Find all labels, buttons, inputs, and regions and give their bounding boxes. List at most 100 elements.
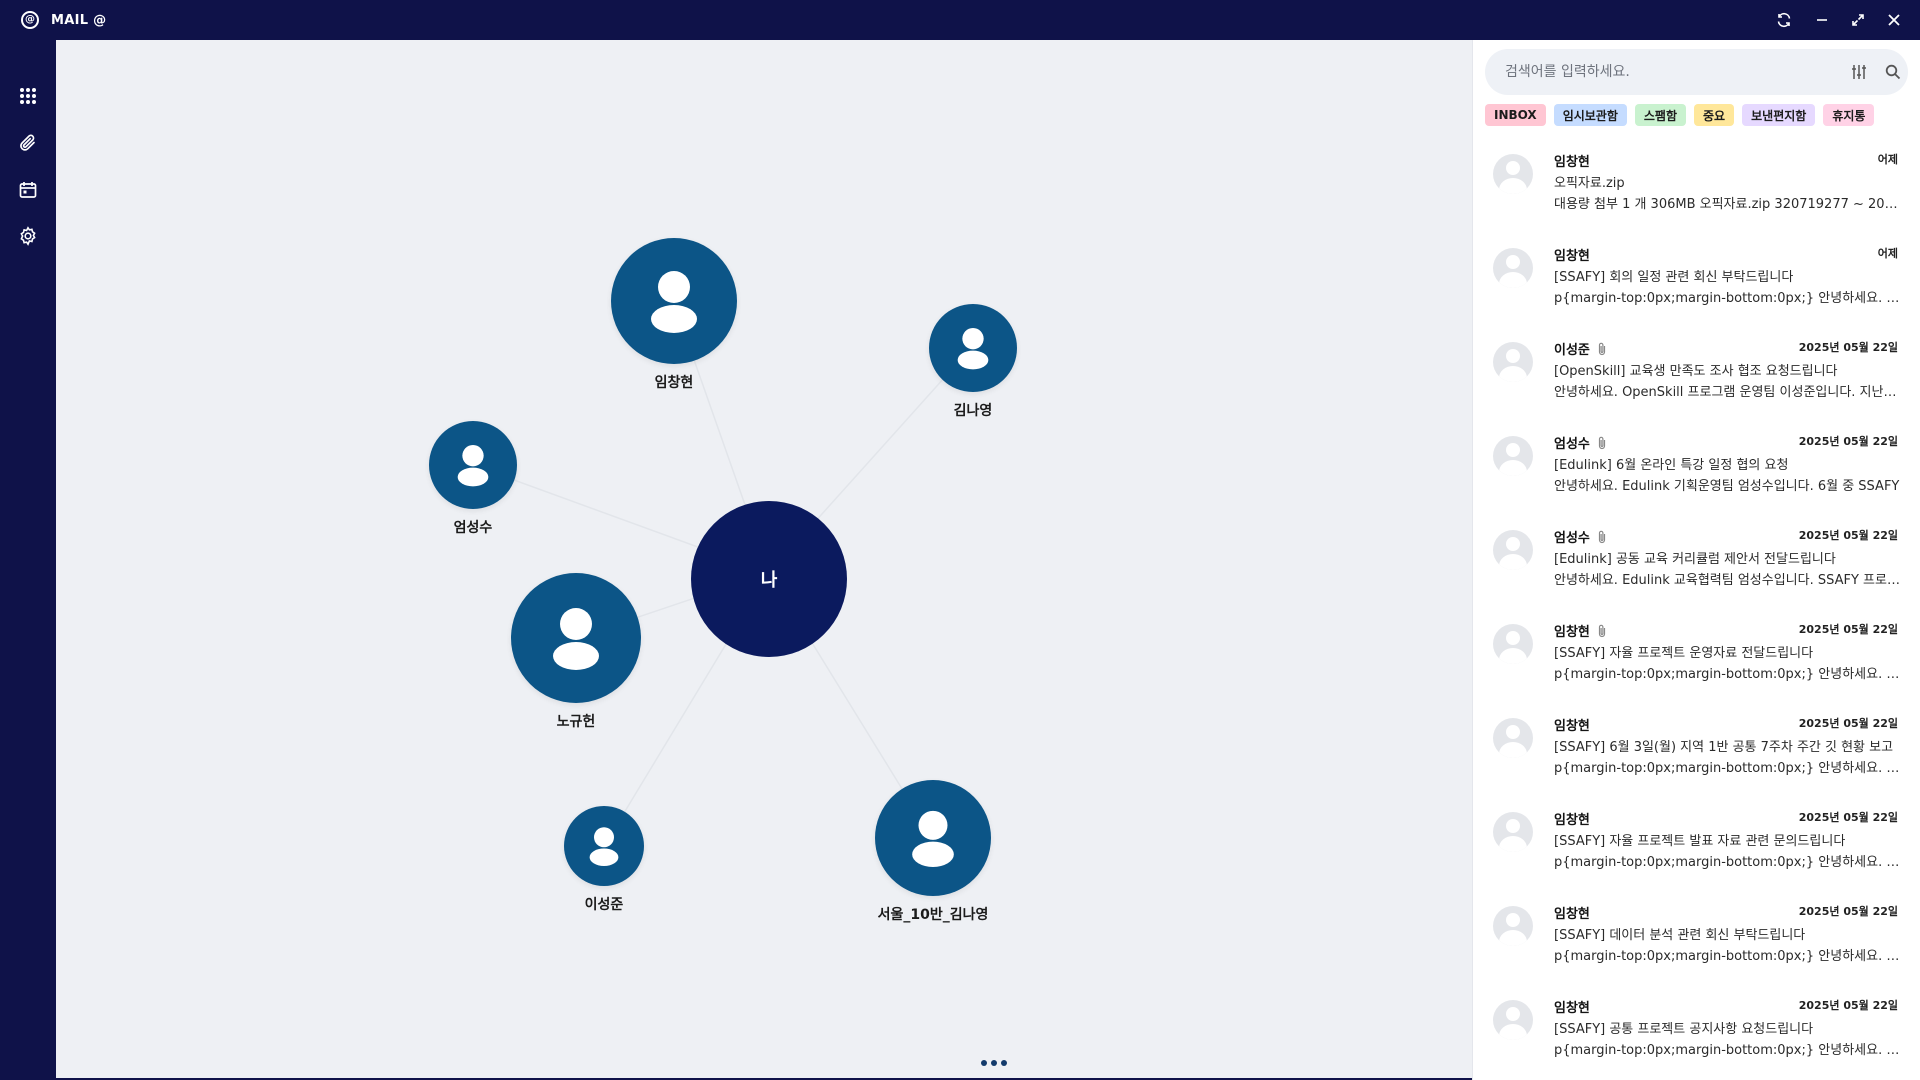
maximize-button[interactable] bbox=[1840, 0, 1876, 40]
mail-item[interactable]: 임창현 2025년 05월 22일 [SSAFY] 자율 프로젝트 운영자료 전… bbox=[1473, 606, 1920, 700]
mail-sender: 임창현 bbox=[1554, 903, 1590, 922]
tag-important[interactable]: 중요 bbox=[1694, 104, 1735, 126]
window-controls bbox=[1766, 0, 1920, 40]
mail-date: 어제 bbox=[1877, 247, 1898, 260]
contact-node[interactable]: 노규헌 bbox=[511, 573, 641, 731]
more-dot bbox=[981, 1060, 987, 1066]
calendar-button[interactable] bbox=[14, 176, 42, 204]
mail-subject: [SSAFY] 데이터 분석 관련 회신 부탁드립니다 bbox=[1554, 928, 1806, 943]
contact-node[interactable]: 김나영 bbox=[929, 304, 1017, 420]
mail-date: 2025년 05월 22일 bbox=[1798, 811, 1898, 824]
tag-trash[interactable]: 휴지통 bbox=[1823, 104, 1875, 126]
close-icon bbox=[1888, 14, 1900, 26]
mailbox-tags: INBOX 임시보관함 스팸함 중요 보낸편지함 휴지통 bbox=[1485, 104, 1875, 126]
search-input[interactable] bbox=[1505, 64, 1825, 80]
mail-item[interactable]: 엄성수 2025년 05월 22일 [Edulink] 공동 교육 커리큘럼 제… bbox=[1473, 512, 1920, 606]
relationship-graph[interactable]: 임창현 김나영 엄성수 노규헌 이성준 서울_10반_김나영 나 bbox=[56, 40, 1472, 1078]
tag-inbox[interactable]: INBOX bbox=[1485, 104, 1546, 126]
mail-date: 2025년 05월 22일 bbox=[1798, 529, 1898, 542]
tag-spam[interactable]: 스팸함 bbox=[1634, 104, 1687, 126]
mail-subject: [SSAFY] 자율 프로젝트 발표 자료 관련 문의드립니다 bbox=[1554, 834, 1846, 849]
sender-avatar bbox=[1493, 624, 1533, 664]
refresh-icon bbox=[1777, 12, 1791, 28]
mail-item[interactable]: 엄성수 2025년 05월 22일 [Edulink] 6월 온라인 특강 일정… bbox=[1473, 418, 1920, 512]
contact-avatar bbox=[511, 573, 641, 703]
sliders-icon bbox=[1852, 65, 1866, 79]
tag-sent[interactable]: 보낸편지함 bbox=[1742, 104, 1816, 126]
mail-preview: 안녕하세요. OpenSkill 프로그램 운영팀 이성준입니다. 지난 교육 bbox=[1554, 385, 1900, 400]
attachments-button[interactable] bbox=[14, 129, 42, 157]
mail-preview: p{margin-top:0px;margin-bottom:0px;} 안녕하… bbox=[1554, 949, 1900, 964]
search-filter-button[interactable] bbox=[1849, 62, 1869, 82]
search-bar bbox=[1485, 49, 1908, 95]
minimize-icon bbox=[1817, 19, 1827, 21]
mail-preview: p{margin-top:0px;margin-bottom:0px;} 안녕하… bbox=[1554, 291, 1900, 306]
mail-preview: p{margin-top:0px;margin-bottom:0px;} 안녕하… bbox=[1554, 1043, 1900, 1058]
person-icon bbox=[957, 328, 989, 370]
mail-item[interactable]: 임창현 어제 오픽자료.zip 대용량 첨부 1 개 306MB 오픽자료.zi… bbox=[1473, 136, 1920, 230]
mail-item[interactable]: 임창현 2025년 05월 22일 [SSAFY] 공통 프로젝트 공지사항 요… bbox=[1473, 982, 1920, 1076]
contact-node[interactable]: 임창현 bbox=[611, 238, 737, 392]
search-button[interactable] bbox=[1883, 62, 1903, 82]
mail-date: 2025년 05월 22일 bbox=[1798, 623, 1898, 636]
sender-name: 임창현 bbox=[1554, 155, 1590, 170]
apps-button[interactable] bbox=[14, 82, 42, 110]
center-node-me[interactable]: 나 bbox=[691, 501, 847, 657]
mail-item[interactable]: 임창현 어제 [SSAFY] 회의 일정 관련 회신 부탁드립니다 p{marg… bbox=[1473, 230, 1920, 324]
mail-item[interactable]: 임창현 2025년 05월 22일 [SSAFY] 자율 프로젝트 발표 자료 … bbox=[1473, 794, 1920, 888]
mail-subject: [SSAFY] 공통 프로젝트 공지사항 요청드립니다 bbox=[1554, 1022, 1814, 1037]
sender-avatar bbox=[1493, 154, 1533, 194]
tag-drafts[interactable]: 임시보관함 bbox=[1553, 104, 1627, 126]
title-bar: @ MAIL @ bbox=[0, 0, 1920, 40]
mail-sender: 임창현 bbox=[1554, 809, 1590, 828]
contact-node[interactable]: 엄성수 bbox=[429, 421, 517, 537]
contact-name: 엄성수 bbox=[453, 520, 493, 536]
mail-subject: [SSAFY] 6월 3일(월) 지역 1반 공통 7주차 주간 깃 현황 보고 bbox=[1554, 740, 1894, 755]
mail-item[interactable]: 임창현 2025년 05월 22일 [SSAFY] 6월 3일(월) 지역 1반… bbox=[1473, 700, 1920, 794]
sender-name: 이성준 bbox=[1554, 343, 1590, 358]
person-icon bbox=[553, 608, 599, 670]
app-logo-glyph: @ bbox=[25, 14, 35, 25]
attachment-icon bbox=[1596, 436, 1608, 450]
minimize-button[interactable] bbox=[1804, 0, 1840, 40]
sender-name: 임창현 bbox=[1554, 907, 1590, 922]
settings-gear-icon bbox=[20, 226, 36, 246]
contact-node[interactable]: 서울_10반_김나영 bbox=[846, 780, 1020, 924]
more-options-button[interactable] bbox=[974, 1053, 1014, 1073]
refresh-button[interactable] bbox=[1766, 0, 1802, 40]
mail-sender: 임창현 bbox=[1554, 715, 1590, 734]
calendar-icon bbox=[19, 182, 37, 198]
mail-item[interactable]: 임창현 2025년 05월 22일 [SSAFY] 데이터 분석 관련 회신 부… bbox=[1473, 888, 1920, 982]
sender-avatar bbox=[1493, 342, 1533, 382]
sender-avatar bbox=[1493, 436, 1533, 476]
left-rail bbox=[0, 40, 56, 1080]
contact-name: 임창현 bbox=[654, 375, 694, 391]
settings-button[interactable] bbox=[14, 222, 42, 250]
contact-avatar bbox=[875, 780, 991, 896]
app-logo-icon: @ bbox=[21, 11, 39, 29]
mail-date: 어제 bbox=[1877, 153, 1898, 166]
mail-date: 2025년 05월 22일 bbox=[1798, 905, 1898, 918]
mail-subject: [Edulink] 공동 교육 커리큘럼 제안서 전달드립니다 bbox=[1554, 552, 1836, 567]
close-button[interactable] bbox=[1876, 0, 1912, 40]
sender-avatar bbox=[1493, 812, 1533, 852]
mail-preview: p{margin-top:0px;margin-bottom:0px;} 안녕하… bbox=[1554, 855, 1900, 870]
sender-name: 임창현 bbox=[1554, 719, 1590, 734]
attachment-icon bbox=[1596, 530, 1608, 544]
mail-subject: [Edulink] 6월 온라인 특강 일정 협의 요청 bbox=[1554, 458, 1789, 473]
attachment-icon bbox=[1596, 624, 1608, 638]
mail-subject: 오픽자료.zip bbox=[1554, 176, 1625, 191]
contact-avatar bbox=[564, 806, 644, 886]
contact-node[interactable]: 이성준 bbox=[564, 806, 644, 914]
attachment-icon bbox=[1596, 342, 1608, 356]
app-title: MAIL @ bbox=[51, 12, 107, 28]
mail-preview: p{margin-top:0px;margin-bottom:0px;} 안녕하… bbox=[1554, 761, 1900, 776]
sender-avatar bbox=[1493, 1000, 1533, 1040]
mail-item[interactable]: 이성준 2025년 05월 22일 [OpenSkill] 교육생 만족도 조사… bbox=[1473, 324, 1920, 418]
mail-preview: 대용량 첨부 1 개 306MB 오픽자료.zip 320719277 ~ 20… bbox=[1554, 197, 1900, 212]
sender-avatar bbox=[1493, 530, 1533, 570]
mail-date: 2025년 05월 22일 bbox=[1798, 717, 1898, 730]
mail-sender: 임창현 bbox=[1554, 997, 1590, 1016]
person-icon bbox=[589, 827, 619, 866]
apps-grid-icon bbox=[20, 88, 36, 104]
